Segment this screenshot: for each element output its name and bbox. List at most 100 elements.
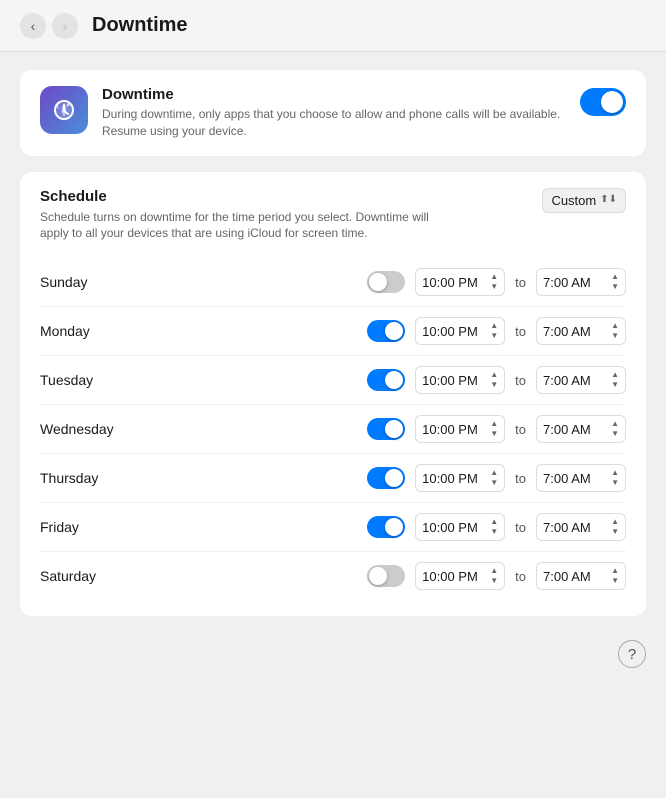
to-time-tuesday[interactable]: 7:00 AM ▲ ▼ [536, 366, 626, 394]
day-row: Friday 10:00 PM ▲ ▼ to 7:00 AM [40, 502, 626, 551]
from-time-sunday[interactable]: 10:00 PM ▲ ▼ [415, 268, 505, 296]
day-controls: 10:00 PM ▲ ▼ to 7:00 AM ▲ ▼ [367, 317, 626, 345]
day-row: Thursday 10:00 PM ▲ ▼ to 7:00 AM [40, 453, 626, 502]
from-time-down[interactable]: ▼ [490, 576, 498, 586]
from-time-up[interactable]: ▲ [490, 272, 498, 282]
to-time-up[interactable]: ▲ [611, 321, 619, 331]
from-time-down[interactable]: ▼ [490, 380, 498, 390]
day-row: Wednesday 10:00 PM ▲ ▼ to 7:00 AM [40, 404, 626, 453]
from-time-up[interactable]: ▲ [490, 468, 498, 478]
day-row: Monday 10:00 PM ▲ ▼ to 7:00 AM [40, 306, 626, 355]
day-controls: 10:00 PM ▲ ▼ to 7:00 AM ▲ ▼ [367, 268, 626, 296]
day-row: Sunday 10:00 PM ▲ ▼ to 7:00 AM [40, 258, 626, 306]
to-time-down[interactable]: ▼ [611, 527, 619, 537]
to-time-down[interactable]: ▼ [611, 380, 619, 390]
from-time-monday[interactable]: 10:00 PM ▲ ▼ [415, 317, 505, 345]
downtime-icon [40, 86, 88, 134]
day-toggle-tuesday[interactable] [367, 369, 405, 391]
chevron-updown-icon: ⬆︎⬇︎ [600, 195, 617, 205]
to-time-up[interactable]: ▲ [611, 370, 619, 380]
day-label: Saturday [40, 568, 160, 584]
to-time-up[interactable]: ▲ [611, 566, 619, 576]
day-controls: 10:00 PM ▲ ▼ to 7:00 AM ▲ ▼ [367, 464, 626, 492]
day-label: Thursday [40, 470, 160, 486]
back-button[interactable]: ‹ [20, 13, 46, 39]
to-time-down[interactable]: ▼ [611, 576, 619, 586]
mode-selector[interactable]: Custom ⬆︎⬇︎ [542, 188, 626, 213]
to-label: to [515, 520, 526, 535]
to-time-up[interactable]: ▲ [611, 272, 619, 282]
forward-button[interactable]: › [52, 13, 78, 39]
day-label: Tuesday [40, 372, 160, 388]
day-toggle-sunday[interactable] [367, 271, 405, 293]
help-button[interactable]: ? [618, 640, 646, 668]
from-time-down[interactable]: ▼ [490, 282, 498, 292]
day-toggle-thursday[interactable] [367, 467, 405, 489]
schedule-title: Schedule [40, 188, 440, 205]
day-label: Friday [40, 519, 160, 535]
to-time-down[interactable]: ▼ [611, 331, 619, 341]
to-time-friday[interactable]: 7:00 AM ▲ ▼ [536, 513, 626, 541]
from-time-down[interactable]: ▼ [490, 527, 498, 537]
help-row: ? [20, 632, 646, 672]
to-label: to [515, 373, 526, 388]
main-content: Downtime During downtime, only apps that… [0, 52, 666, 798]
from-time-down[interactable]: ▼ [490, 331, 498, 341]
from-time-up[interactable]: ▲ [490, 321, 498, 331]
day-toggle-wednesday[interactable] [367, 418, 405, 440]
downtime-title: Downtime [102, 86, 566, 103]
day-controls: 10:00 PM ▲ ▼ to 7:00 AM ▲ ▼ [367, 366, 626, 394]
from-time-up[interactable]: ▲ [490, 419, 498, 429]
day-label: Sunday [40, 274, 160, 290]
to-time-sunday[interactable]: 7:00 AM ▲ ▼ [536, 268, 626, 296]
from-time-up[interactable]: ▲ [490, 370, 498, 380]
day-controls: 10:00 PM ▲ ▼ to 7:00 AM ▲ ▼ [367, 415, 626, 443]
to-label: to [515, 275, 526, 290]
from-time-up[interactable]: ▲ [490, 566, 498, 576]
to-time-down[interactable]: ▼ [611, 429, 619, 439]
from-time-tuesday[interactable]: 10:00 PM ▲ ▼ [415, 366, 505, 394]
to-label: to [515, 324, 526, 339]
from-time-down[interactable]: ▼ [490, 478, 498, 488]
schedule-description: Schedule turns on downtime for the time … [40, 209, 440, 243]
downtime-description: During downtime, only apps that you choo… [102, 106, 566, 140]
to-time-monday[interactable]: 7:00 AM ▲ ▼ [536, 317, 626, 345]
from-time-wednesday[interactable]: 10:00 PM ▲ ▼ [415, 415, 505, 443]
from-time-friday[interactable]: 10:00 PM ▲ ▼ [415, 513, 505, 541]
to-time-down[interactable]: ▼ [611, 282, 619, 292]
to-time-wednesday[interactable]: 7:00 AM ▲ ▼ [536, 415, 626, 443]
to-time-down[interactable]: ▼ [611, 478, 619, 488]
schedule-title-block: Schedule Schedule turns on downtime for … [40, 188, 440, 243]
day-controls: 10:00 PM ▲ ▼ to 7:00 AM ▲ ▼ [367, 562, 626, 590]
to-label: to [515, 471, 526, 486]
to-time-thursday[interactable]: 7:00 AM ▲ ▼ [536, 464, 626, 492]
day-toggle-saturday[interactable] [367, 565, 405, 587]
moon-icon [49, 95, 79, 125]
to-label: to [515, 569, 526, 584]
page-title: Downtime [92, 14, 188, 37]
day-row: Saturday 10:00 PM ▲ ▼ to 7:00 AM [40, 551, 626, 600]
mode-label: Custom [551, 193, 596, 208]
day-row: Tuesday 10:00 PM ▲ ▼ to 7:00 AM [40, 355, 626, 404]
from-time-saturday[interactable]: 10:00 PM ▲ ▼ [415, 562, 505, 590]
header: ‹ › Downtime [0, 0, 666, 52]
schedule-card: Schedule Schedule turns on downtime for … [20, 172, 646, 617]
from-time-up[interactable]: ▲ [490, 517, 498, 527]
day-toggle-friday[interactable] [367, 516, 405, 538]
to-time-saturday[interactable]: 7:00 AM ▲ ▼ [536, 562, 626, 590]
downtime-card: Downtime During downtime, only apps that… [20, 70, 646, 156]
day-label: Wednesday [40, 421, 160, 437]
day-toggle-monday[interactable] [367, 320, 405, 342]
from-time-down[interactable]: ▼ [490, 429, 498, 439]
from-time-thursday[interactable]: 10:00 PM ▲ ▼ [415, 464, 505, 492]
to-label: to [515, 422, 526, 437]
day-controls: 10:00 PM ▲ ▼ to 7:00 AM ▲ ▼ [367, 513, 626, 541]
nav-buttons: ‹ › [20, 13, 78, 39]
downtime-toggle[interactable] [580, 88, 626, 116]
downtime-text: Downtime During downtime, only apps that… [102, 86, 566, 140]
day-label: Monday [40, 323, 160, 339]
to-time-up[interactable]: ▲ [611, 517, 619, 527]
to-time-up[interactable]: ▲ [611, 419, 619, 429]
to-time-up[interactable]: ▲ [611, 468, 619, 478]
day-rows: Sunday 10:00 PM ▲ ▼ to 7:00 AM [40, 258, 626, 600]
